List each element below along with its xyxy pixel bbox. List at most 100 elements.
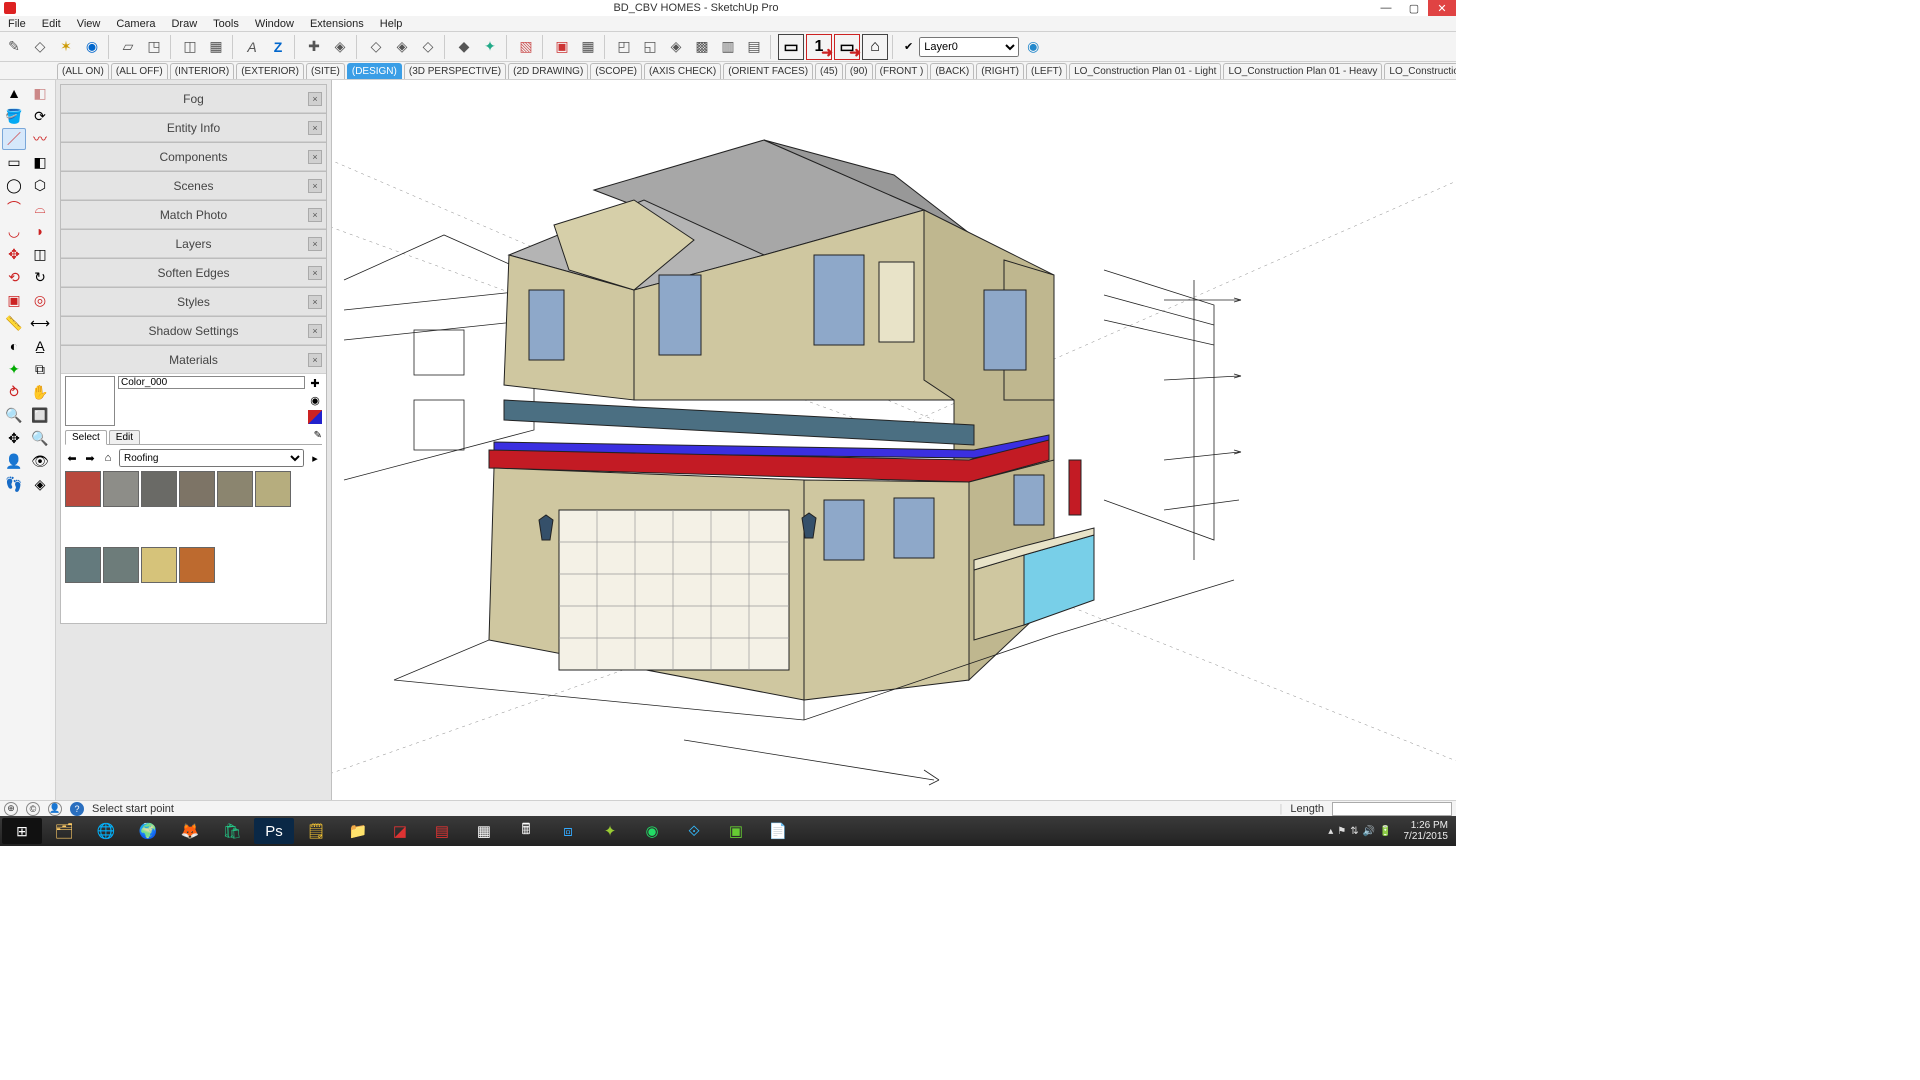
tray-close-icon[interactable]: × xyxy=(308,324,322,338)
tray-close-icon[interactable]: × xyxy=(308,150,322,164)
tool-icon[interactable]: ◰ xyxy=(612,35,636,59)
scale-icon[interactable]: ▣ xyxy=(2,289,26,311)
scene-tab[interactable]: (INTERIOR) xyxy=(170,63,234,79)
material-swatch[interactable] xyxy=(65,547,101,583)
tool-icon[interactable]: ✎ xyxy=(2,35,26,59)
frontback-icon[interactable] xyxy=(308,410,322,424)
menu-draw[interactable]: Draw xyxy=(167,18,201,30)
tool-icon[interactable]: ▦ xyxy=(204,35,228,59)
scene-tab[interactable]: (LEFT) xyxy=(1026,63,1067,79)
look-icon[interactable]: 👁 xyxy=(28,450,52,472)
tray-close-icon[interactable]: × xyxy=(308,179,322,193)
walk-icon[interactable]: 👣 xyxy=(2,473,26,495)
tray-title[interactable]: Styles xyxy=(177,295,210,309)
scene-tab[interactable]: (SITE) xyxy=(306,63,345,79)
tray-close-icon[interactable]: × xyxy=(308,92,322,106)
tray-title[interactable]: Match Photo xyxy=(160,208,227,222)
close-button[interactable]: ✕ xyxy=(1428,0,1456,16)
tool-icon[interactable]: ▱ xyxy=(116,35,140,59)
move-icon[interactable]: ✥ xyxy=(2,243,26,265)
scene-tab[interactable]: (ALL OFF) xyxy=(111,63,168,79)
menu-edit[interactable]: Edit xyxy=(38,18,65,30)
tool-parallel-icon[interactable]: ▭ xyxy=(778,34,804,60)
rectangle-icon[interactable]: ▭ xyxy=(2,151,26,173)
tool-icon[interactable]: ▤ xyxy=(742,35,766,59)
scene-tab[interactable]: LO_Construction Plan 01 - Heavy xyxy=(1223,63,1382,79)
tool-icon[interactable]: ◈ xyxy=(390,35,414,59)
orbit-icon[interactable]: ⥁ xyxy=(2,381,26,403)
tool-icon[interactable]: ◆ xyxy=(452,35,476,59)
scene-tab[interactable]: (FRONT ) xyxy=(875,63,929,79)
paint-icon[interactable]: 🪣 xyxy=(2,105,26,127)
tray-close-icon[interactable]: × xyxy=(308,353,322,367)
acrobat-icon[interactable]: 📄 xyxy=(758,818,798,844)
layer-select[interactable]: Layer0 xyxy=(919,37,1019,57)
pan-icon[interactable]: ✋ xyxy=(28,381,52,403)
tray-title[interactable]: Layers xyxy=(175,237,211,251)
tray-title[interactable]: Scenes xyxy=(173,179,213,193)
scene-tab[interactable]: (RIGHT) xyxy=(976,63,1024,79)
axes-icon[interactable]: ✦ xyxy=(2,358,26,380)
menu-help[interactable]: Help xyxy=(376,18,407,30)
tool-icon[interactable]: ▥ xyxy=(716,35,740,59)
tool-iso-icon[interactable]: ⌂ xyxy=(862,34,888,60)
tray-close-icon[interactable]: × xyxy=(308,295,322,309)
scene-tab[interactable]: (EXTERIOR) xyxy=(236,63,304,79)
store-icon[interactable]: 🛍 xyxy=(212,818,252,844)
tool-icon[interactable]: ✚ xyxy=(302,35,326,59)
rotate-icon[interactable]: ⟲ xyxy=(2,266,26,288)
zoomwin-icon[interactable]: 🔲 xyxy=(28,404,52,426)
earth-icon[interactable]: 🌍 xyxy=(128,818,168,844)
tool-icon[interactable]: A xyxy=(240,35,264,59)
tool-right-icon[interactable]: ▭➜ xyxy=(834,34,860,60)
help-icon[interactable]: ? xyxy=(70,802,84,816)
scene-tab[interactable]: LO_Construction Plan 01 - Hatch A xyxy=(1384,63,1456,79)
materials-tab-select[interactable]: Select xyxy=(65,430,107,445)
calc-icon[interactable]: 🖩 xyxy=(506,818,546,844)
viewport[interactable] xyxy=(332,80,1456,800)
tool-icon[interactable]: ▧ xyxy=(514,35,538,59)
menu-window[interactable]: Window xyxy=(251,18,298,30)
nav-fwd-icon[interactable]: ➡ xyxy=(83,451,97,465)
folder-icon[interactable]: 📁 xyxy=(338,818,378,844)
zoomext-icon[interactable]: ✥ xyxy=(2,427,26,449)
menu-file[interactable]: File xyxy=(4,18,30,30)
layout-icon[interactable]: ▤ xyxy=(422,818,462,844)
tray-title[interactable]: Entity Info xyxy=(167,121,220,135)
tray-close-icon[interactable]: × xyxy=(308,237,322,251)
eyedropper-icon[interactable]: ✎ xyxy=(314,430,322,444)
dimension-icon[interactable]: ⟷ xyxy=(28,312,52,334)
layer-color-icon[interactable]: ◉ xyxy=(1021,35,1045,59)
geo-icon[interactable]: ⊕ xyxy=(4,802,18,816)
tray-close-icon[interactable]: × xyxy=(308,208,322,222)
tray-title[interactable]: Shadow Settings xyxy=(148,324,238,338)
tool-icon[interactable]: ◱ xyxy=(638,35,662,59)
start-button[interactable]: ⊞ xyxy=(2,818,42,844)
tool-icon[interactable]: ▦ xyxy=(576,35,600,59)
minimize-button[interactable]: — xyxy=(1372,0,1400,16)
tool-icon[interactable]: ◇ xyxy=(28,35,52,59)
tray-title[interactable]: Components xyxy=(159,150,227,164)
polygon-icon[interactable]: ⬡ xyxy=(28,174,52,196)
material-swatch[interactable] xyxy=(179,471,215,507)
scene-tab[interactable]: (3D PERSPECTIVE) xyxy=(404,63,506,79)
signin-icon[interactable]: 👤 xyxy=(48,802,62,816)
nav-home-icon[interactable]: ⌂ xyxy=(101,451,115,465)
explorer-icon[interactable]: 🗂 xyxy=(44,818,84,844)
tool-front-icon[interactable]: 1➜ xyxy=(806,34,832,60)
gimp-icon[interactable]: 🦊 xyxy=(170,818,210,844)
tool-icon[interactable]: ▣ xyxy=(550,35,574,59)
tray-title[interactable]: Soften Edges xyxy=(157,266,229,280)
nav-menu-icon[interactable]: ▸ xyxy=(308,451,322,465)
tray-title[interactable]: Fog xyxy=(183,92,204,106)
tool-icon[interactable]: ✶ xyxy=(54,35,78,59)
dropbox-icon[interactable]: ⧈ xyxy=(548,818,588,844)
menu-view[interactable]: View xyxy=(73,18,105,30)
tape-icon[interactable]: 📏 xyxy=(2,312,26,334)
arc2-icon[interactable]: ⌓ xyxy=(28,197,52,219)
protractor-icon[interactable]: ◐ xyxy=(2,335,26,357)
tray-up-icon[interactable]: ▴ xyxy=(1328,826,1333,837)
nav-back-icon[interactable]: ⬅ xyxy=(65,451,79,465)
scene-tab[interactable]: (SCOPE) xyxy=(590,63,642,79)
tool-icon[interactable]: ◈ xyxy=(328,35,352,59)
